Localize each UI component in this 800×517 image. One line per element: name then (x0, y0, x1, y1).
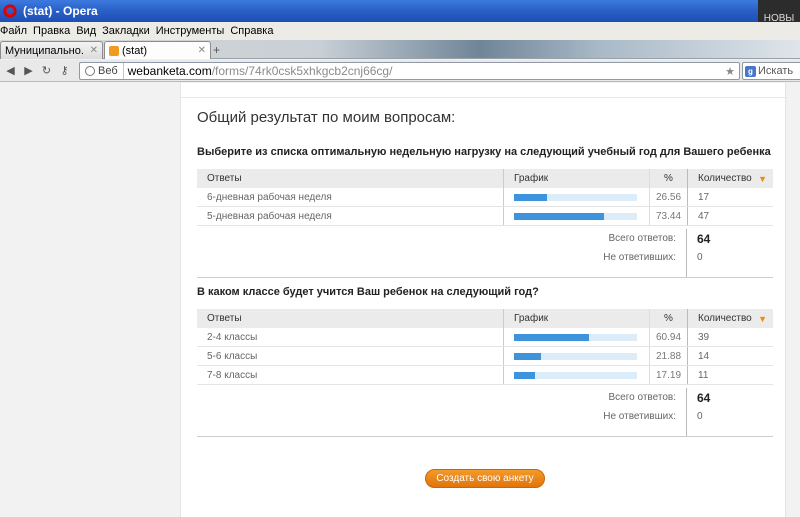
new-tab-icon[interactable]: + (213, 43, 220, 57)
globe-icon (85, 66, 95, 76)
total-answers-row: Всего ответов: 64 (197, 388, 773, 407)
table-row: 7-8 классы 17.19 11 (197, 366, 773, 385)
window-title: (stat) - Opera (23, 4, 98, 18)
table-row: 6-дневная рабочая неделя 26.56 17 (197, 188, 773, 207)
close-tab-icon[interactable]: ✕ (198, 45, 206, 56)
percent-bar (514, 193, 637, 201)
tab-stat[interactable]: (stat) ✕ (104, 41, 211, 59)
count-sort-header[interactable]: Количество ▼ (687, 169, 773, 188)
menu-bookmarks[interactable]: Закладки (102, 25, 154, 37)
percent-bar (514, 352, 637, 360)
window-titlebar: (stat) - Opera НОВЫ (0, 0, 800, 36)
results-table: Ответы График % Количество ▼ 6-дневная ра… (197, 169, 773, 278)
search-placeholder: Искать (758, 65, 794, 77)
address-toolbar: ◀ ▶ ↻ ⚷ Веб webanketa.com/forms/74rk0csk… (0, 60, 800, 82)
web-badge[interactable]: Веб (80, 63, 124, 79)
close-tab-icon[interactable]: ✕ (90, 45, 98, 56)
question-title: В каком классе будет учится Ваш ребенок … (197, 286, 539, 298)
count-sort-header[interactable]: Количество ▼ (687, 309, 773, 328)
page-content: Общий результат по моим вопросам: Выбери… (0, 83, 800, 517)
unanswered-row: Не ответивших: 0 (197, 407, 773, 426)
table-header: Ответы График % Количество ▼ (197, 309, 773, 328)
sort-chevron-icon: ▼ (758, 173, 767, 184)
tab-label: Муниципально... (5, 44, 84, 57)
url-text: webanketa.com/forms/74rk0csk5xhkgcb2cnj6… (127, 64, 393, 78)
total-answers-row: Всего ответов: 64 (197, 229, 773, 248)
menu-file[interactable]: Файл (0, 25, 31, 37)
unanswered-row: Не ответивших: 0 (197, 248, 773, 267)
percent-bar (514, 212, 637, 220)
tab-bar: Муниципально... ✕ (stat) ✕ + (0, 40, 800, 59)
search-field[interactable]: g Искать (742, 62, 800, 80)
sort-chevron-icon: ▼ (758, 313, 767, 324)
tab-label: (stat) (122, 44, 148, 57)
menu-view[interactable]: Вид (76, 25, 100, 37)
menu-help[interactable]: Справка (230, 25, 277, 37)
reload-icon[interactable]: ↻ (39, 64, 54, 77)
percent-bar (514, 333, 637, 341)
table-row: 5-дневная рабочая неделя 73.44 47 (197, 207, 773, 226)
table-row: 2-4 классы 60.94 39 (197, 328, 773, 347)
forward-icon[interactable]: ▶ (21, 64, 36, 77)
opera-logo-icon (3, 4, 17, 18)
menu-bar: Файл Правка Вид Закладки Инструменты Спр… (0, 22, 800, 40)
table-header: Ответы График % Количество ▼ (197, 169, 773, 188)
bookmark-star-icon[interactable]: ★ (725, 65, 735, 78)
create-survey-button[interactable]: Создать свою анкету (425, 469, 545, 488)
webanketa-favicon-icon (109, 45, 119, 56)
question-title: Выберите из списка оптимальную недельную… (197, 146, 771, 158)
percent-bar (514, 371, 637, 379)
table-row: 5-6 классы 21.88 14 (197, 347, 773, 366)
tab-municipal[interactable]: Муниципально... ✕ (0, 41, 103, 59)
results-card: Общий результат по моим вопросам: Выбери… (180, 83, 787, 517)
key-icon[interactable]: ⚷ (57, 64, 72, 77)
address-field[interactable]: Веб webanketa.com/forms/74rk0csk5xhkgcb2… (79, 62, 740, 80)
google-icon: g (745, 65, 756, 77)
menu-tools[interactable]: Инструменты (156, 25, 229, 37)
menu-edit[interactable]: Правка (33, 25, 74, 37)
back-icon[interactable]: ◀ (3, 64, 18, 77)
page-title: Общий результат по моим вопросам: (197, 109, 456, 126)
results-table: Ответы График % Количество ▼ 2-4 классы 6… (197, 309, 773, 437)
